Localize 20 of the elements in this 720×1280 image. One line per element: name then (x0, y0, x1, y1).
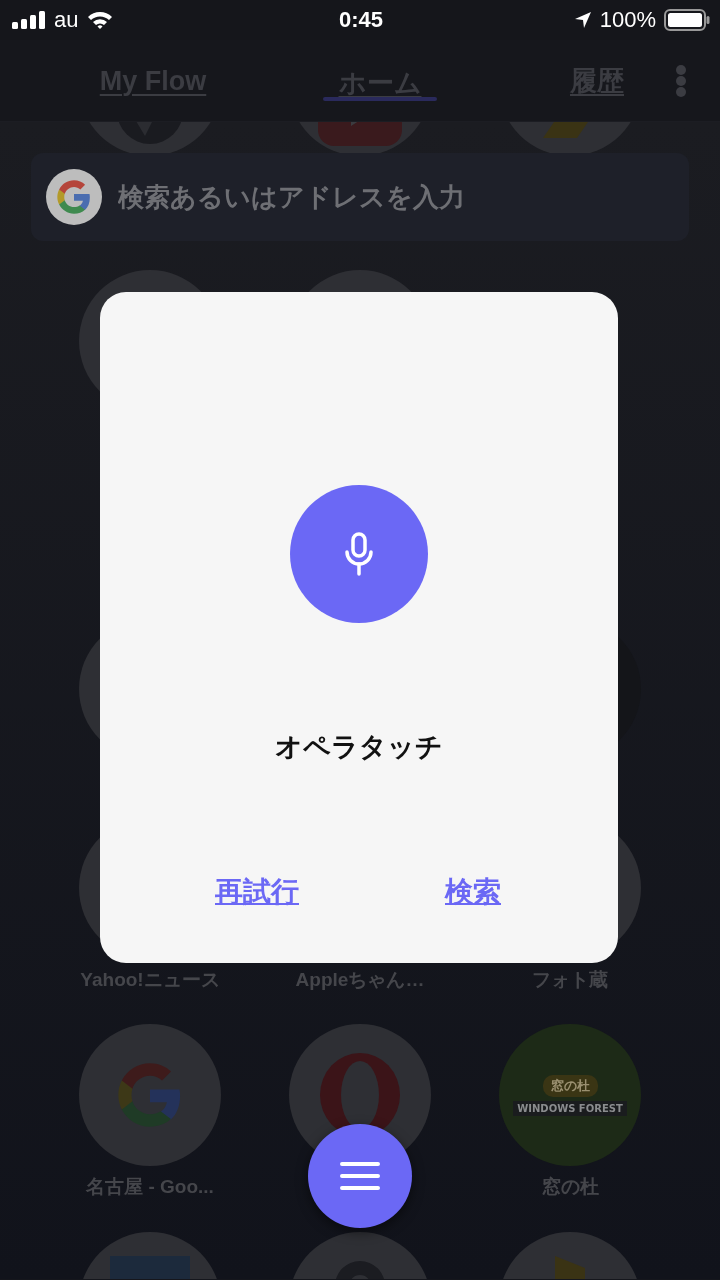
search-field[interactable]: 検索あるいはアドレスを入力 (118, 181, 689, 213)
battery-percentage: 100% (599, 7, 656, 33)
battery-icon (664, 9, 710, 31)
search-bar[interactable]: 検索あるいはアドレスを入力 (31, 153, 689, 241)
more-options-icon[interactable] (674, 63, 688, 98)
menu-icon (340, 1161, 380, 1191)
signal-icon (12, 11, 46, 29)
dialog-link[interactable]: 再試行 (215, 873, 299, 911)
carrier-name: au (54, 7, 79, 33)
logo-subtext: WINDOWS FOREST (513, 1100, 627, 1116)
wifi-icon (86, 10, 115, 30)
shortcut-button[interactable]: 窓の杜 WINDOWS FOREST (499, 1024, 641, 1166)
location-icon (573, 11, 592, 29)
microphone-icon (345, 532, 373, 576)
app-icon (110, 1256, 190, 1279)
google-icon (46, 169, 102, 225)
dialog-title: オペラタッチ (275, 731, 443, 764)
logo-text: 窓の杜 (542, 1074, 598, 1097)
clock-time: 0:45 (339, 7, 384, 33)
dialog-link[interactable]: 検索 (445, 873, 501, 911)
